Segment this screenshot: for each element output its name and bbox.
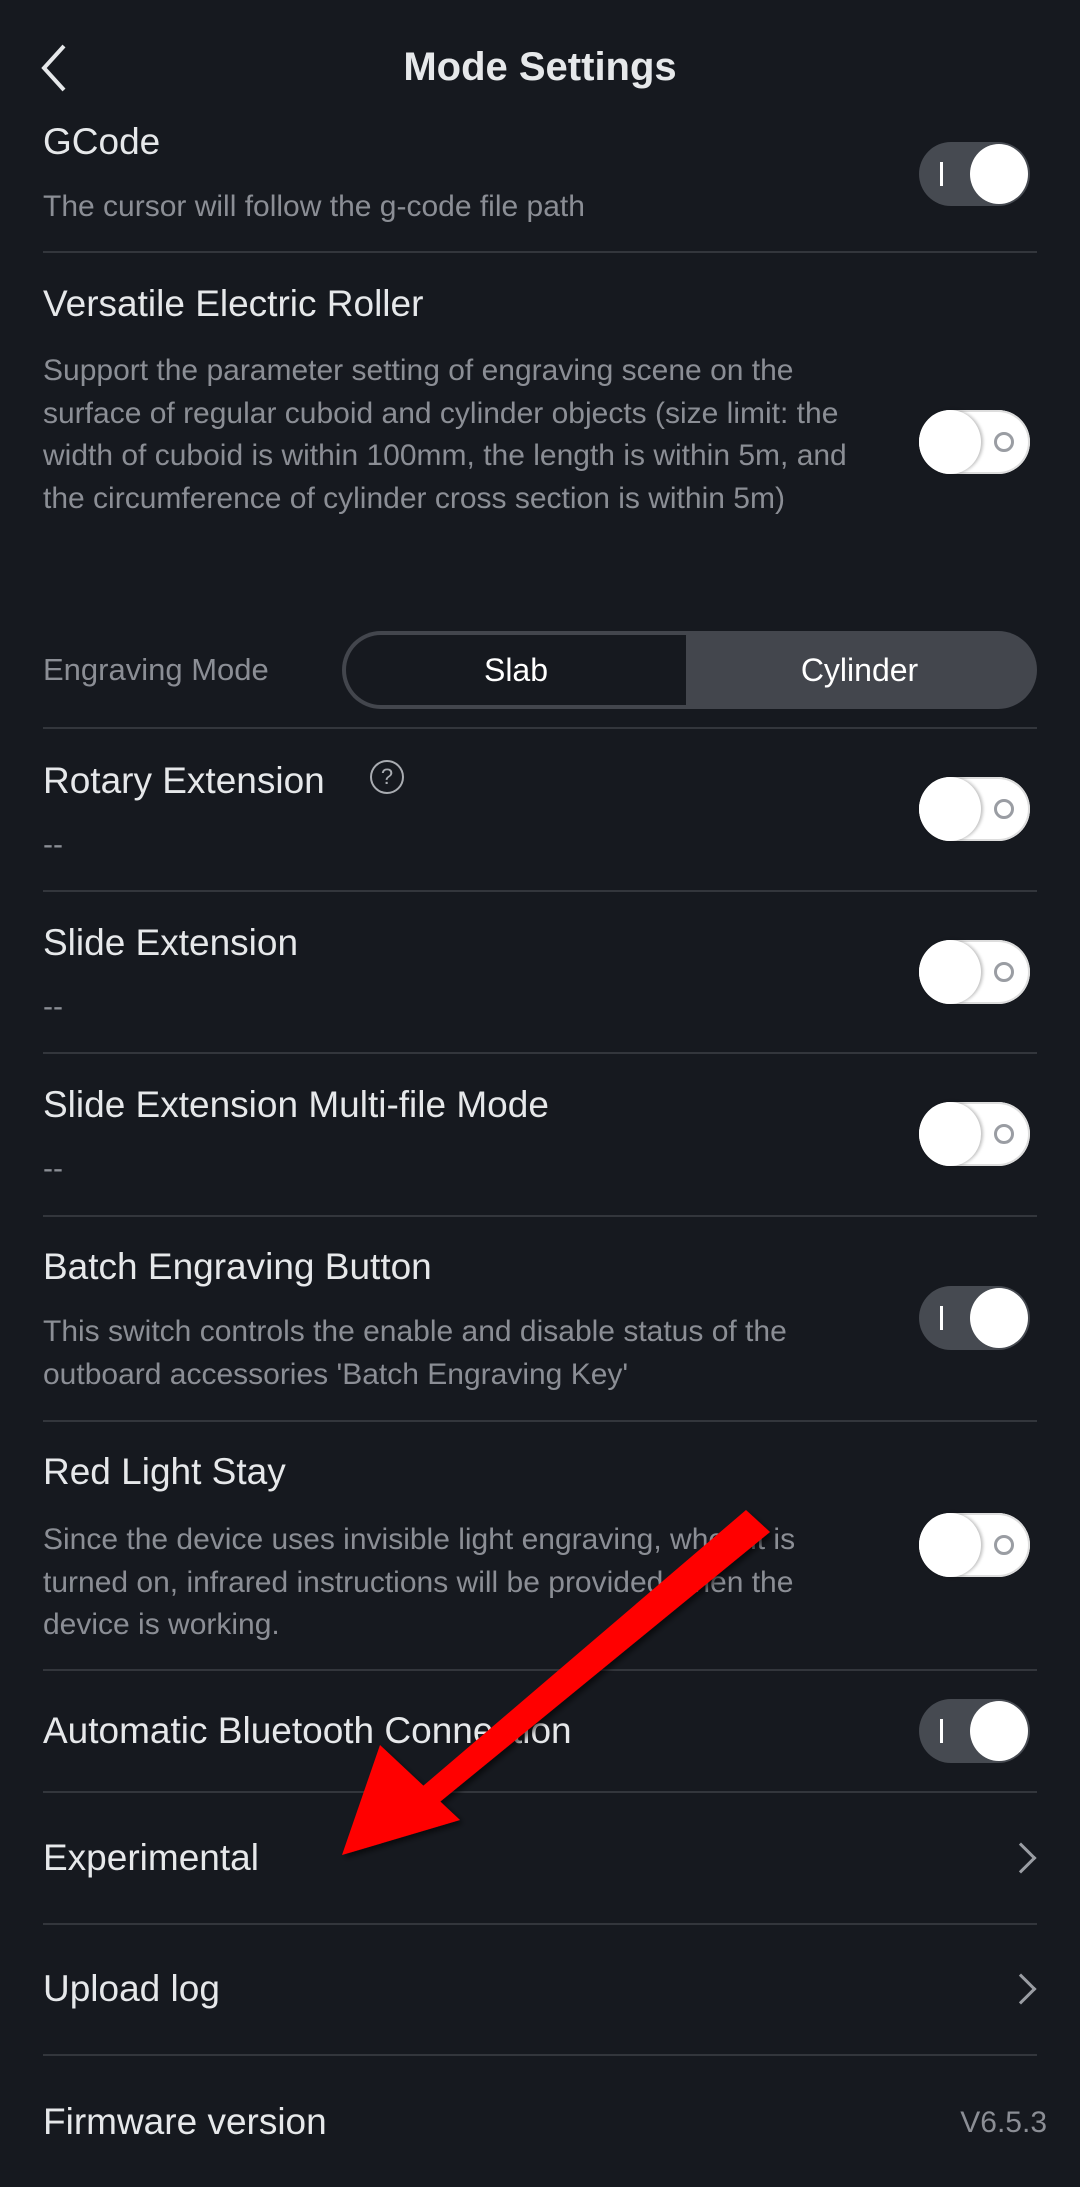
row-desc: Support the parameter setting of engravi… — [43, 354, 847, 515]
divider — [43, 727, 1037, 729]
row-desc: Since the device uses invisible light en… — [43, 1523, 796, 1641]
firmware-version-value: V6.5.3 — [960, 2106, 1047, 2139]
row-title: Slide Extension Multi-file Mode — [43, 1084, 549, 1125]
slide-toggle[interactable] — [919, 940, 1030, 1004]
row-title: Red Light Stay — [43, 1451, 286, 1492]
row-title: Versatile Electric Roller — [43, 283, 424, 324]
divider — [43, 1669, 1037, 1671]
divider — [43, 1052, 1037, 1054]
row-title: Firmware version — [43, 2101, 327, 2142]
row-desc: The cursor will follow the g-code file p… — [43, 190, 585, 223]
row-title: Batch Engraving Button — [43, 1246, 432, 1287]
row-desc: -- — [43, 990, 63, 1023]
divider — [43, 1215, 1037, 1217]
gcode-toggle[interactable] — [919, 142, 1030, 206]
rotary-toggle[interactable] — [919, 777, 1030, 841]
divider — [43, 2054, 1037, 2056]
row-desc: -- — [43, 1152, 63, 1185]
row-title: Slide Extension — [43, 922, 299, 963]
divider — [43, 1420, 1037, 1422]
bluetooth-toggle[interactable] — [919, 1699, 1030, 1763]
row-title: Rotary Extension — [43, 760, 325, 801]
divider — [43, 251, 1037, 253]
row-title: GCode — [43, 121, 161, 162]
divider — [43, 890, 1037, 892]
row-desc: -- — [43, 828, 63, 861]
segment-slab[interactable]: Slab — [346, 635, 686, 705]
row-title: Automatic Bluetooth Connection — [43, 1710, 572, 1751]
chevron-right-icon — [1005, 1842, 1037, 1874]
row-desc: This switch controls the enable and disa… — [43, 1315, 787, 1391]
engraving-mode-label: Engraving Mode — [43, 652, 269, 687]
roller-toggle[interactable] — [919, 410, 1030, 474]
segment-cylinder[interactable]: Cylinder — [686, 635, 1033, 705]
batch-toggle[interactable] — [919, 1286, 1030, 1350]
help-icon[interactable]: ? — [370, 760, 404, 794]
row-title: Upload log — [43, 1968, 220, 2009]
gcode-row: GCode The cursor will follow the g-code … — [0, 120, 1080, 252]
upload-log-row[interactable]: Upload log — [0, 1924, 1080, 2054]
slide-multi-toggle[interactable] — [919, 1102, 1030, 1166]
experimental-row[interactable]: Experimental — [0, 1792, 1080, 1923]
row-title: Experimental — [43, 1837, 259, 1878]
chevron-right-icon — [1005, 1973, 1037, 2005]
page-title: Mode Settings — [403, 45, 677, 89]
red-light-toggle[interactable] — [919, 1513, 1030, 1577]
engraving-mode-segmented: Slab Cylinder — [342, 631, 1037, 709]
